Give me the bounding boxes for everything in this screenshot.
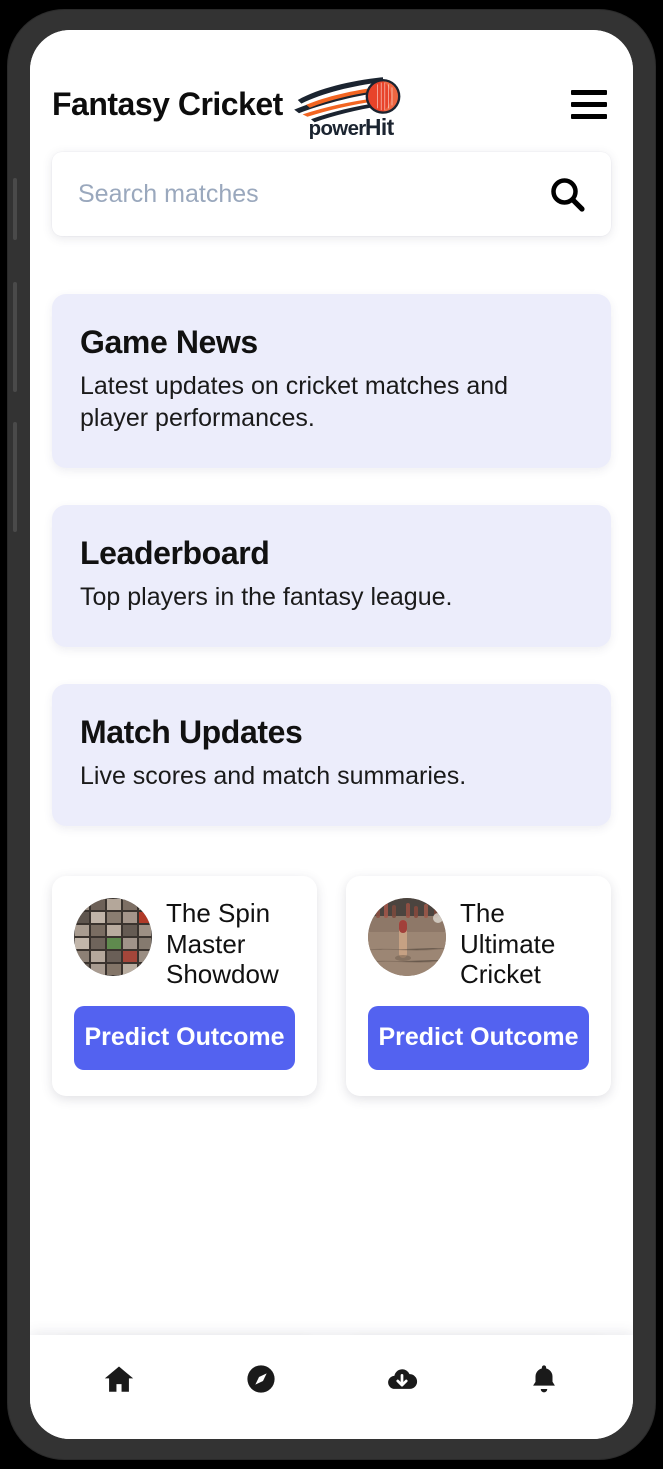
match-card-header: The Spin Master Showdow — [74, 898, 295, 990]
info-card-description: Live scores and match summaries. — [80, 762, 467, 790]
match-card[interactable]: The Spin Master Showdow Predict Outcome — [52, 876, 317, 1096]
nav-item-notifications[interactable] — [512, 1351, 576, 1407]
phone-side-button-mute[interactable] — [13, 178, 17, 240]
info-card-description: Latest updates on cricket matches and pl… — [80, 372, 509, 432]
info-card-game-news[interactable]: Game News Latest updates on cricket matc… — [52, 294, 611, 468]
bottom-navigation-bar — [30, 1335, 633, 1439]
powerhit-logo: power Hit — [293, 72, 413, 140]
hamburger-menu-icon[interactable] — [565, 81, 611, 127]
phone-side-button-volume-down[interactable] — [13, 422, 17, 532]
info-card-title: Game News — [80, 324, 258, 360]
info-card-title: Match Updates — [80, 714, 303, 750]
svg-text:Hit: Hit — [365, 114, 395, 140]
app-header: Fantasy Cricket power Hit — [30, 30, 633, 144]
nav-item-downloads[interactable] — [370, 1351, 434, 1407]
compass-icon — [247, 1365, 275, 1393]
phone-screen: Fantasy Cricket power Hit Search matches… — [30, 30, 633, 1439]
hamburger-line-2 — [571, 101, 607, 107]
search-icon[interactable] — [547, 174, 587, 214]
match-title: The Ultimate Cricket — [460, 898, 556, 990]
match-card-grid: The Spin Master Showdow Predict Outcome — [52, 876, 611, 1096]
search-input[interactable] — [78, 179, 547, 209]
info-card-description: Top players in the fantasy league. — [80, 583, 453, 611]
bell-icon — [533, 1365, 556, 1393]
info-card-title: Leaderboard — [80, 535, 270, 571]
phone-frame: Fantasy Cricket power Hit Search matches… — [8, 10, 655, 1459]
search-bar[interactable] — [52, 152, 611, 236]
info-card-leaderboard[interactable]: Leaderboard Top players in the fantasy l… — [52, 505, 611, 647]
home-icon — [104, 1366, 134, 1392]
svg-text:power: power — [308, 118, 366, 140]
photo-collage-thumbnail — [74, 898, 152, 976]
info-card-match-updates[interactable]: Match Updates Live scores and match summ… — [52, 684, 611, 826]
nav-item-home[interactable] — [87, 1351, 151, 1407]
page-title: Fantasy Cricket — [52, 85, 283, 122]
predict-outcome-button[interactable]: Predict Outcome — [74, 1006, 295, 1070]
phone-side-button-volume-up[interactable] — [13, 282, 17, 392]
search-section — [30, 144, 633, 236]
nav-item-explore[interactable] — [229, 1351, 293, 1407]
cricket-stumps-thumbnail — [368, 898, 446, 976]
main-content: Game News Latest updates on cricket matc… — [30, 236, 633, 1335]
match-card[interactable]: The Ultimate Cricket Predict Outcome — [346, 876, 611, 1096]
hamburger-line-1 — [571, 89, 607, 95]
cloud-download-icon — [388, 1369, 418, 1389]
hamburger-line-3 — [571, 113, 607, 119]
match-card-header: The Ultimate Cricket — [368, 898, 589, 990]
predict-outcome-button[interactable]: Predict Outcome — [368, 1006, 589, 1070]
match-title: The Spin Master Showdow — [166, 898, 279, 990]
